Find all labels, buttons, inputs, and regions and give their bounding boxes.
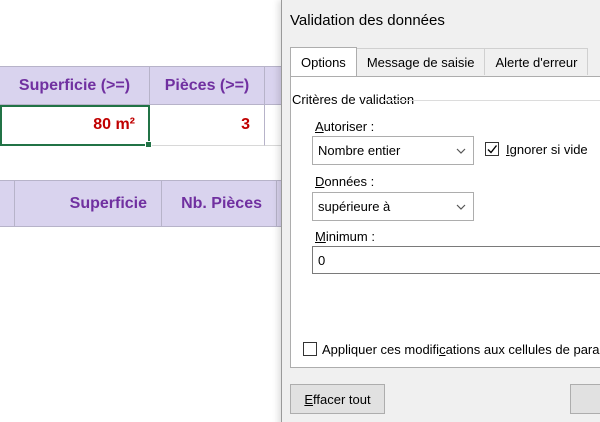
group-divider (384, 100, 600, 101)
dialog-tabs: Options Message de saisie Alerte d'erreu… (290, 47, 589, 76)
allow-label: Autoriser : (315, 119, 375, 134)
value-cell-superficie[interactable]: 80 m² (0, 105, 152, 148)
minimum-label: Minimum : (315, 229, 375, 244)
value-cell-pieces[interactable]: 3 (150, 105, 265, 146)
allow-select[interactable]: Nombre entier (312, 136, 474, 165)
tab-options[interactable]: Options (290, 47, 357, 76)
header-cell-superficie-min[interactable]: Superficie (>=) (0, 67, 150, 104)
data-validation-dialog: Validation des données Options Message d… (281, 0, 600, 422)
ok-button[interactable] (570, 384, 600, 414)
header2-cell-nb-pieces[interactable]: Nb. Pièces (162, 181, 277, 226)
criteria-header-row: Superficie (>=) Pièces (>=) (0, 66, 285, 105)
results-header-row: Superficie Nb. Pièces (0, 180, 297, 227)
tab-error-alert[interactable]: Alerte d'erreur (484, 48, 589, 75)
data-select-value: supérieure à (318, 199, 391, 214)
minimum-input[interactable]: 0 (312, 246, 600, 274)
header2-cell-superficie[interactable]: Superficie (15, 181, 162, 226)
clear-all-button[interactable]: Effacer tout (290, 384, 385, 414)
allow-select-value: Nombre entier (318, 143, 401, 158)
ignore-blank-checkbox[interactable] (485, 142, 499, 156)
checkmark-icon (487, 145, 498, 154)
apply-all-checkbox[interactable] (303, 342, 317, 356)
apply-all-label[interactable]: Appliquer ces modifications aux cellules… (322, 342, 600, 357)
minimum-input-value: 0 (318, 252, 326, 268)
tab-input-message[interactable]: Message de saisie (355, 48, 486, 75)
header2-cell-0[interactable] (0, 181, 15, 226)
criteria-value-row: 80 m² 3 (0, 105, 285, 148)
ignore-blank-label[interactable]: Ignorer si vide (506, 142, 588, 157)
chevron-down-icon[interactable] (449, 137, 473, 164)
chevron-down-icon[interactable] (449, 193, 473, 220)
header-cell-pieces-min[interactable]: Pièces (>=) (150, 67, 265, 104)
dialog-title: Validation des données (290, 12, 445, 29)
data-select[interactable]: supérieure à (312, 192, 474, 221)
data-label: Données : (315, 174, 375, 189)
